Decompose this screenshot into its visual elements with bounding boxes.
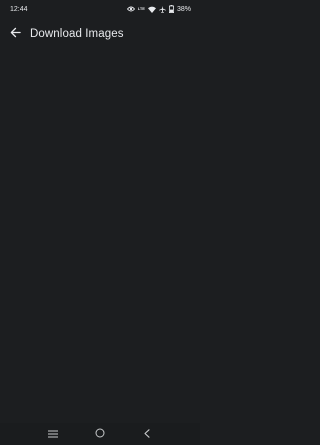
content-area (0, 50, 200, 420)
recent-apps-button[interactable] (41, 424, 65, 444)
system-nav-bar (0, 423, 200, 445)
status-bar: 12:44 LTE 38% (0, 0, 200, 18)
battery-percent: 38% (176, 5, 191, 13)
page-title: Download Images (30, 28, 124, 40)
wifi-icon (147, 6, 156, 13)
status-icons: LTE 38% (126, 5, 191, 13)
eye-icon (126, 6, 135, 12)
system-back-button[interactable] (135, 424, 159, 444)
home-circle-icon (95, 425, 105, 443)
arrow-left-icon (10, 25, 21, 43)
network-type-label: LTE (137, 6, 145, 11)
app-bar: Download Images (0, 21, 200, 47)
battery-icon (168, 5, 174, 13)
back-button[interactable] (0, 21, 30, 47)
chevron-left-icon (143, 425, 151, 443)
airplane-icon (158, 5, 166, 13)
app-screen: 12:44 LTE 38% Download Images (0, 0, 200, 445)
home-button[interactable] (88, 424, 112, 444)
status-time: 12:44 (10, 5, 28, 13)
menu-lines-icon (48, 425, 59, 443)
